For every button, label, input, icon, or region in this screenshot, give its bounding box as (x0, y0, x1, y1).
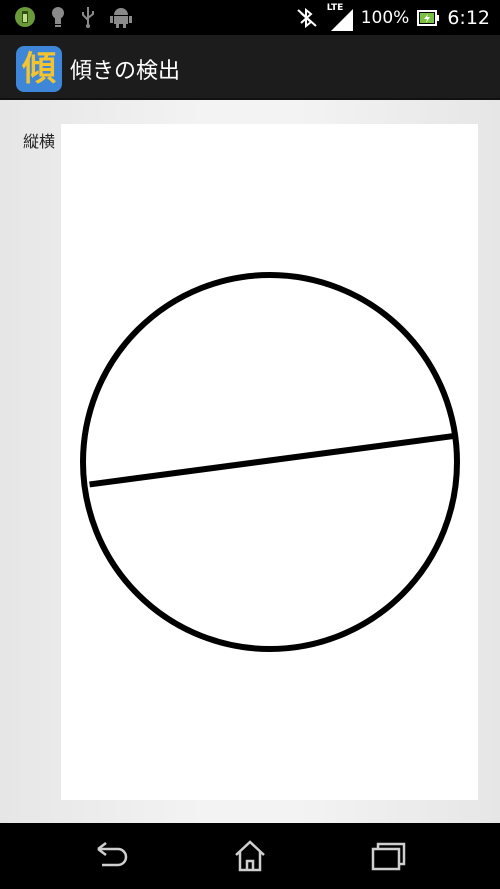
orientation-label: 縦横 (23, 132, 56, 151)
back-icon[interactable] (94, 839, 130, 873)
battery-saver-icon (15, 7, 35, 27)
app-title: 傾きの検出 (70, 59, 181, 84)
tilt-line (89, 432, 456, 488)
battery-charging-icon (417, 9, 440, 26)
usb-icon (82, 7, 94, 28)
signal-indicator: LTE (327, 3, 353, 31)
tilt-canvas (61, 124, 478, 800)
recents-icon[interactable] (370, 839, 406, 873)
home-icon[interactable] (232, 839, 268, 873)
action-bar: 傾 傾きの検出 (0, 35, 500, 100)
app-icon-glyph: 傾 (22, 49, 56, 89)
navigation-bar (0, 823, 500, 889)
tilt-indicator (80, 272, 460, 652)
battery-percent: 100% (360, 7, 410, 28)
signal-icon (330, 8, 353, 31)
bluetooth-off-icon (297, 7, 317, 28)
system-status: LTE 100% 6:12 (295, 0, 490, 35)
android-debug-icon (110, 8, 132, 28)
main-content: 縦横 (0, 100, 500, 823)
app-icon[interactable]: 傾 (16, 46, 62, 92)
clock: 6:12 (447, 6, 490, 29)
bulb-icon (52, 7, 64, 27)
status-bar: LTE 100% 6:12 (0, 0, 500, 35)
notification-icons (14, 6, 132, 28)
